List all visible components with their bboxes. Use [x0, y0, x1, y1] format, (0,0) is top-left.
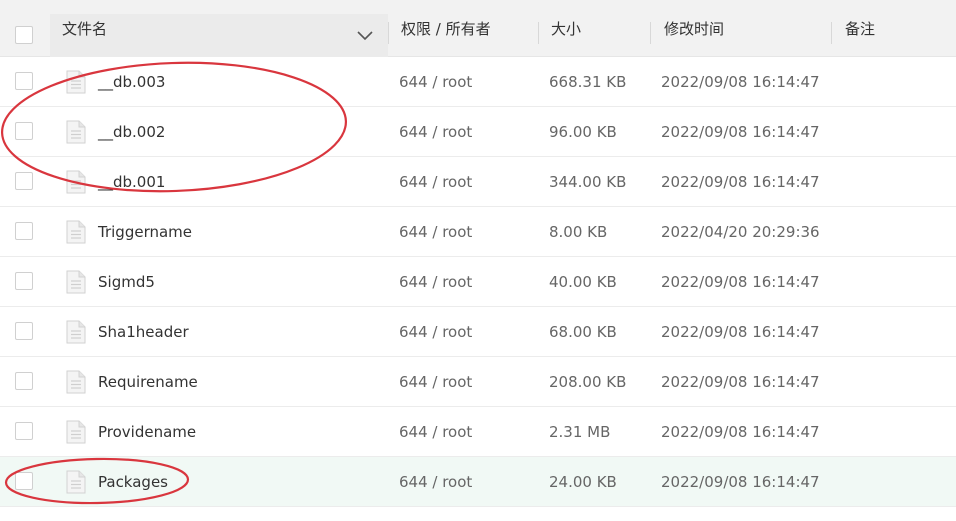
- file-icon: [66, 170, 86, 194]
- file-name[interactable]: Sha1header: [98, 307, 189, 357]
- column-header-permissions[interactable]: 权限 / 所有者: [401, 14, 491, 44]
- file-icon: [66, 220, 86, 244]
- column-header-name[interactable]: 文件名: [62, 14, 107, 44]
- file-modified-time: 2022/09/08 16:14:47: [661, 373, 820, 391]
- file-name[interactable]: __db.002: [98, 107, 165, 157]
- column-divider: [650, 22, 651, 44]
- column-divider: [831, 22, 832, 44]
- file-permissions: 644 / root: [399, 473, 473, 491]
- file-permissions: 644 / root: [399, 323, 473, 341]
- table-row[interactable]: __db.001 644 / root 344.00 KB 2022/09/08 16…: [0, 157, 956, 207]
- file-modified-time: 2022/09/08 16:14:47: [661, 473, 820, 491]
- file-icon: [66, 470, 86, 494]
- file-icon: [66, 270, 86, 294]
- file-icon: [66, 420, 86, 444]
- file-name[interactable]: Sigmd5: [98, 257, 155, 307]
- table-row[interactable]: __db.002 644 / root 96.00 KB 2022/09/08 16:…: [0, 107, 956, 157]
- row-checkbox[interactable]: [15, 272, 33, 290]
- chevron-down-icon[interactable]: [356, 29, 374, 41]
- table-header: 文件名 权限 / 所有者 大小 修改时间 备注: [0, 0, 956, 57]
- table-row[interactable]: Requirename 644 / root 208.00 KB 2022/09/08…: [0, 357, 956, 407]
- file-size: 68.00 KB: [549, 323, 617, 341]
- file-name[interactable]: Providename: [98, 407, 196, 457]
- file-size: 2.31 MB: [549, 423, 611, 441]
- file-permissions: 644 / root: [399, 73, 473, 91]
- table-row[interactable]: Packages 644 / root 24.00 KB 2022/09/08 16:…: [0, 457, 956, 507]
- file-name[interactable]: Packages: [98, 457, 168, 507]
- row-checkbox[interactable]: [15, 472, 33, 490]
- file-modified-time: 2022/04/20 20:29:36: [661, 223, 820, 241]
- file-permissions: 644 / root: [399, 123, 473, 141]
- file-size: 24.00 KB: [549, 473, 617, 491]
- file-size: 208.00 KB: [549, 373, 627, 391]
- file-name[interactable]: __db.003: [98, 57, 165, 107]
- file-permissions: 644 / root: [399, 373, 473, 391]
- file-size: 668.31 KB: [549, 73, 627, 91]
- table-row[interactable]: Triggername 644 / root 8.00 KB 2022/04/20 2…: [0, 207, 956, 257]
- column-divider: [538, 22, 539, 44]
- table-row[interactable]: Sigmd5 644 / root 40.00 KB 2022/09/08 16:14…: [0, 257, 956, 307]
- file-permissions: 644 / root: [399, 173, 473, 191]
- row-checkbox[interactable]: [15, 372, 33, 390]
- table-row[interactable]: __db.003 644 / root 668.31 KB 2022/09/08 16…: [0, 57, 956, 107]
- table-row[interactable]: Providename 644 / root 2.31 MB 2022/09/08 1…: [0, 407, 956, 457]
- file-modified-time: 2022/09/08 16:14:47: [661, 273, 820, 291]
- row-checkbox[interactable]: [15, 172, 33, 190]
- file-icon: [66, 320, 86, 344]
- file-name[interactable]: __db.001: [98, 157, 165, 207]
- file-permissions: 644 / root: [399, 423, 473, 441]
- file-modified-time: 2022/09/08 16:14:47: [661, 73, 820, 91]
- column-header-size[interactable]: 大小: [551, 14, 581, 44]
- file-permissions: 644 / root: [399, 273, 473, 291]
- column-header-modified[interactable]: 修改时间: [664, 14, 724, 44]
- file-size: 8.00 KB: [549, 223, 608, 241]
- column-divider: [388, 22, 389, 44]
- file-modified-time: 2022/09/08 16:14:47: [661, 323, 820, 341]
- select-all-checkbox[interactable]: [15, 26, 33, 44]
- row-checkbox[interactable]: [15, 422, 33, 440]
- file-modified-time: 2022/09/08 16:14:47: [661, 423, 820, 441]
- file-icon: [66, 70, 86, 94]
- file-permissions: 644 / root: [399, 223, 473, 241]
- file-name[interactable]: Requirename: [98, 357, 198, 407]
- column-header-note[interactable]: 备注: [845, 14, 875, 44]
- file-table: 文件名 权限 / 所有者 大小 修改时间 备注 __db.003 644 / ro…: [0, 0, 956, 521]
- file-icon: [66, 370, 86, 394]
- file-size: 40.00 KB: [549, 273, 617, 291]
- file-modified-time: 2022/09/08 16:14:47: [661, 123, 820, 141]
- row-checkbox[interactable]: [15, 222, 33, 240]
- file-icon: [66, 120, 86, 144]
- file-modified-time: 2022/09/08 16:14:47: [661, 173, 820, 191]
- file-name[interactable]: Triggername: [98, 207, 192, 257]
- table-row[interactable]: Sha1header 644 / root 68.00 KB 2022/09/08 1…: [0, 307, 956, 357]
- file-size: 96.00 KB: [549, 123, 617, 141]
- row-checkbox[interactable]: [15, 122, 33, 140]
- file-size: 344.00 KB: [549, 173, 627, 191]
- row-checkbox[interactable]: [15, 322, 33, 340]
- row-checkbox[interactable]: [15, 72, 33, 90]
